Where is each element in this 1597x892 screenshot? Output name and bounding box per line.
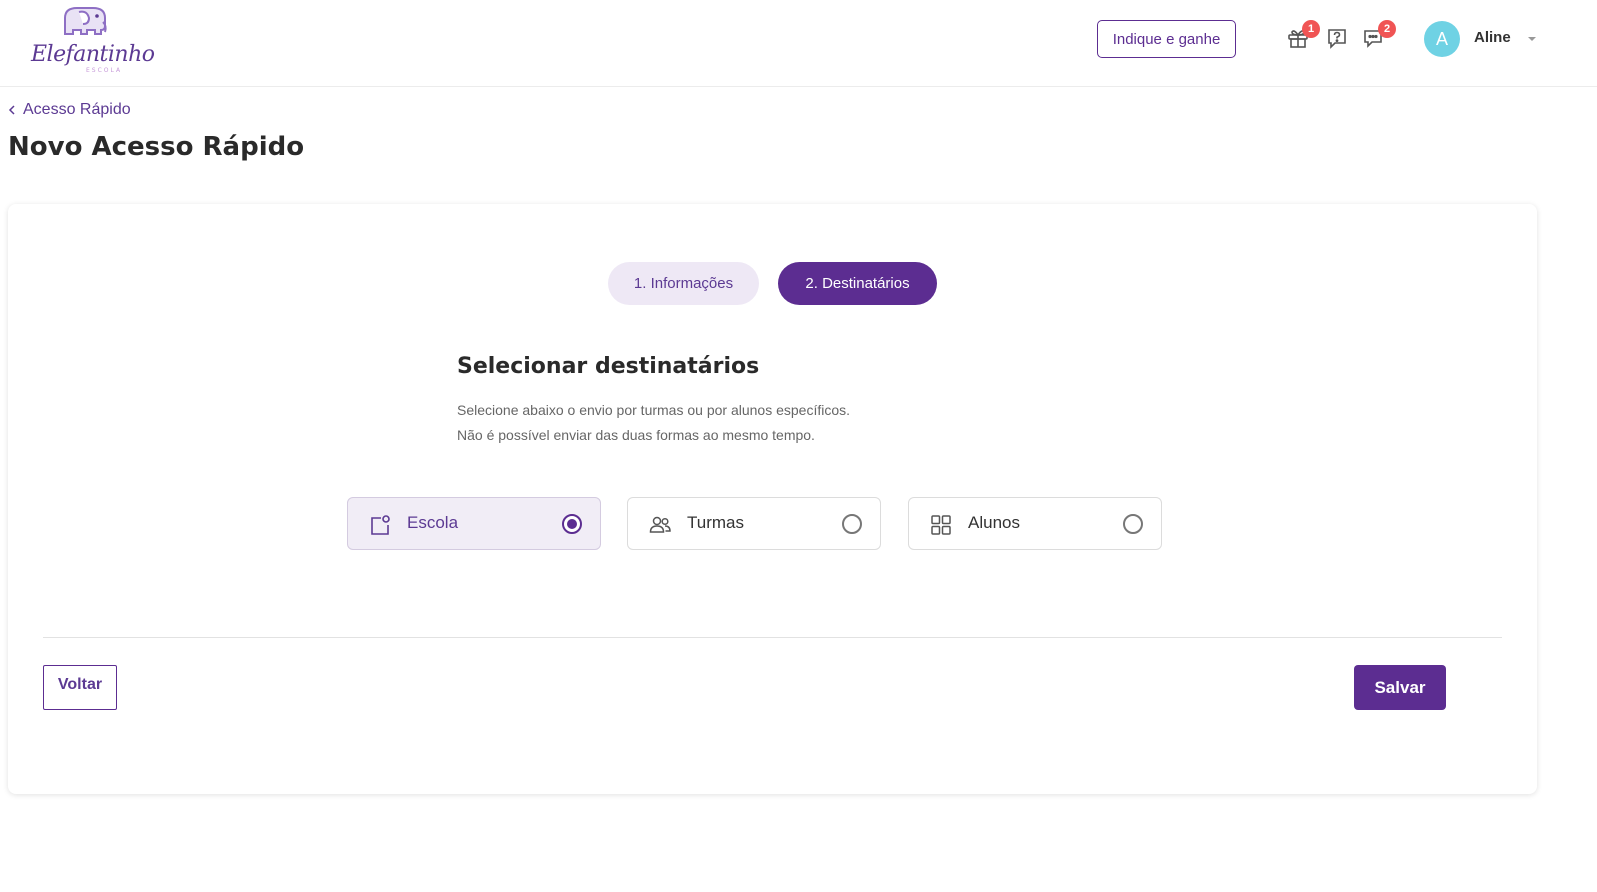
avatar[interactable]: A bbox=[1424, 21, 1460, 57]
breadcrumb-label: Acesso Rápido bbox=[23, 101, 131, 118]
option-escola[interactable]: Escola bbox=[347, 497, 601, 550]
school-icon bbox=[371, 515, 390, 535]
page-title: Novo Acesso Rápido bbox=[8, 132, 305, 162]
logo-text: Elefantinho bbox=[31, 42, 155, 67]
section-title: Selecionar destinatários bbox=[457, 354, 760, 379]
app-header: Elefantinho ESCOLA Indique e ganhe 1 2 A… bbox=[0, 0, 1597, 87]
help-icon bbox=[1328, 29, 1346, 49]
option-alunos[interactable]: Alunos bbox=[908, 497, 1162, 550]
option-escola-label: Escola bbox=[407, 513, 459, 532]
option-turmas[interactable]: Turmas bbox=[627, 497, 881, 550]
user-name[interactable]: Aline bbox=[1474, 29, 1511, 46]
tab-informacoes[interactable]: 1. Informações bbox=[608, 262, 759, 305]
save-button[interactable]: Salvar bbox=[1354, 665, 1446, 710]
gift-button[interactable]: 1 bbox=[1286, 20, 1320, 50]
chevron-left-icon bbox=[8, 105, 15, 115]
logo[interactable]: Elefantinho ESCOLA bbox=[28, 2, 155, 76]
divider bbox=[43, 637, 1502, 638]
option-escola-radio[interactable] bbox=[562, 514, 582, 534]
elephant-logo-icon bbox=[64, 7, 107, 35]
logo-subtext: ESCOLA bbox=[86, 67, 123, 74]
option-turmas-radio[interactable] bbox=[842, 514, 862, 534]
users-icon bbox=[649, 516, 671, 533]
section-description-line2: Não é possível enviar das duas formas ao… bbox=[457, 427, 815, 443]
tab-destinatarios[interactable]: 2. Destinatários bbox=[778, 262, 937, 305]
main-card: 1. Informações 2. Destinatários Selecion… bbox=[8, 204, 1537, 794]
option-alunos-radio[interactable] bbox=[1123, 514, 1143, 534]
help-button[interactable] bbox=[1325, 26, 1349, 50]
back-button[interactable]: Voltar bbox=[43, 665, 117, 710]
section-description-line1: Selecione abaixo o envio por turmas ou p… bbox=[457, 402, 851, 418]
breadcrumb[interactable]: Acesso Rápido bbox=[8, 101, 131, 119]
chat-badge: 2 bbox=[1378, 20, 1396, 38]
chevron-down-icon[interactable] bbox=[1527, 35, 1537, 43]
grid-icon bbox=[931, 515, 951, 535]
gift-badge: 1 bbox=[1302, 20, 1320, 38]
indique-e-ganhe-button[interactable]: Indique e ganhe bbox=[1097, 20, 1236, 58]
option-turmas-label: Turmas bbox=[687, 513, 744, 532]
option-alunos-label: Alunos bbox=[968, 513, 1020, 532]
chat-button[interactable]: 2 bbox=[1362, 20, 1396, 50]
